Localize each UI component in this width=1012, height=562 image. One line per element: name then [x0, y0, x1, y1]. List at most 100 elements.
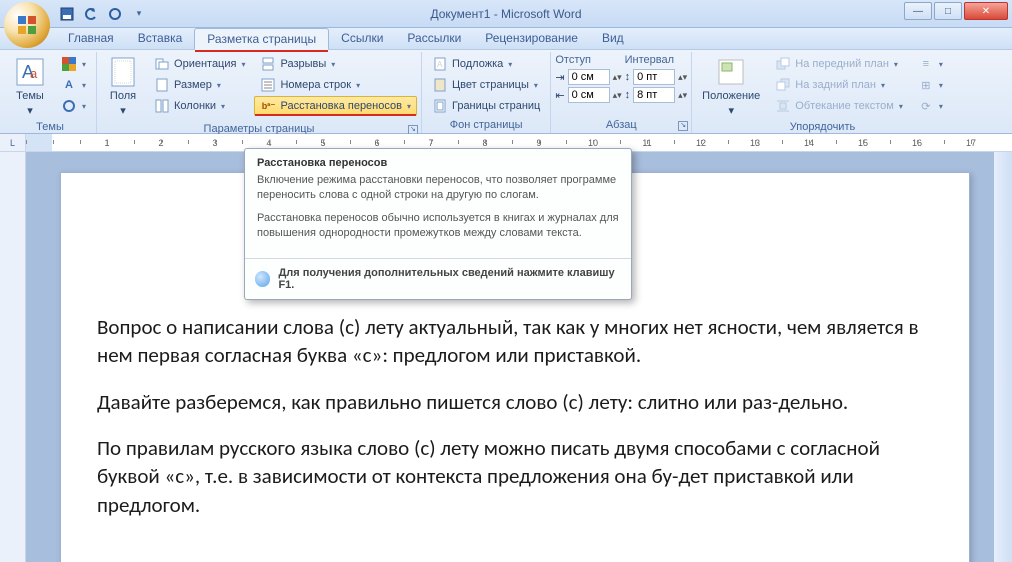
indent-right-input[interactable] [568, 87, 610, 103]
group-themes: Aa Темы ▾ ▾ A▾ ▾ Темы [4, 52, 97, 133]
columns-button[interactable]: Колонки▾ [148, 96, 251, 116]
ruler-tick: 16 [890, 134, 944, 151]
tab-review[interactable]: Рецензирование [473, 28, 590, 49]
office-logo-icon [15, 13, 39, 37]
theme-colors-button[interactable]: ▾ [55, 54, 92, 74]
group-arrange: Положение▾ На передний план▾ На задний п… [692, 52, 953, 133]
breaks-button[interactable]: Разрывы▾ [254, 54, 417, 74]
save-button[interactable] [58, 5, 76, 23]
stepper-icon[interactable]: ▴▾ [678, 72, 687, 83]
ruler-tick: 12 [674, 134, 728, 151]
stepper-icon[interactable]: ▴▾ [613, 90, 622, 101]
watermark-icon: A [432, 56, 448, 72]
ruler-tick [26, 134, 80, 151]
save-icon [60, 7, 74, 21]
spacing-label: Интервал [625, 54, 688, 66]
text-wrap-icon [775, 98, 791, 114]
ruler-tick: 15 [836, 134, 890, 151]
orientation-icon [154, 56, 170, 72]
send-back-button[interactable]: На задний план▾ [769, 75, 909, 95]
align-icon: ≡ [918, 56, 934, 72]
tab-home[interactable]: Главная [56, 28, 126, 49]
align-button[interactable]: ≡▾ [912, 54, 949, 74]
svg-text:a: a [30, 66, 38, 81]
position-button[interactable]: Положение▾ [696, 54, 766, 119]
page-color-button[interactable]: Цвет страницы▾ [426, 75, 546, 95]
margins-icon [107, 56, 139, 88]
office-button[interactable] [4, 2, 50, 48]
line-numbers-button[interactable]: Номера строк▾ [254, 75, 417, 95]
orientation-button[interactable]: Ориентация▾ [148, 54, 251, 74]
group-label-paragraph: Абзац↘ [551, 119, 691, 133]
tab-view[interactable]: Вид [590, 28, 636, 49]
vertical-scrollbar[interactable] [994, 152, 1012, 562]
send-back-icon [775, 77, 791, 93]
dialog-launcher-paragraph[interactable]: ↘ [678, 121, 688, 131]
bring-front-icon [775, 56, 791, 72]
position-icon [715, 56, 747, 88]
paragraph[interactable]: Давайте разберемся, как правильно пишетс… [97, 388, 933, 416]
paragraph[interactable]: По правилам русского языка слово (с) лет… [97, 434, 933, 519]
tab-page-layout[interactable]: Разметка страницы [194, 28, 329, 50]
page-color-icon [432, 77, 448, 93]
themes-label: Темы [16, 90, 44, 102]
bring-front-button[interactable]: На передний план▾ [769, 54, 909, 74]
spacing-before-icon: ↕ [625, 71, 631, 83]
paragraph[interactable]: Вопрос о написании слова (с) лету актуал… [97, 313, 933, 370]
indent-left-icon: ⇥ [555, 71, 564, 84]
maximize-button[interactable]: □ [934, 2, 962, 20]
columns-icon [154, 98, 170, 114]
tab-selector[interactable]: L [0, 134, 26, 151]
margins-button[interactable]: Поля▾ [101, 54, 145, 119]
breaks-icon [260, 56, 276, 72]
themes-button[interactable]: Aa Темы ▾ [8, 54, 52, 119]
size-icon [154, 77, 170, 93]
screentip-text: Включение режима расстановки переносов, … [257, 173, 619, 203]
indent-right-icon: ⇤ [555, 89, 564, 102]
undo-button[interactable] [82, 5, 100, 23]
group-button[interactable]: ⊞▾ [912, 75, 949, 95]
chevron-down-icon: ▾ [137, 8, 142, 19]
stepper-icon[interactable]: ▴▾ [678, 90, 687, 101]
theme-effects-button[interactable]: ▾ [55, 96, 92, 116]
text-wrap-button[interactable]: Обтекание текстом▾ [769, 96, 909, 116]
tab-mailings[interactable]: Рассылки [395, 28, 473, 49]
tab-insert[interactable]: Вставка [126, 28, 195, 49]
screentip-text: Расстановка переносов обычно используетс… [257, 211, 619, 241]
spacing-after-input[interactable] [633, 87, 675, 103]
spacing-after-icon: ↕ [625, 89, 631, 101]
minimize-icon: — [913, 6, 923, 17]
ribbon: Aa Темы ▾ ▾ A▾ ▾ Темы Поля▾ Ориентация▾ … [0, 50, 1012, 134]
page-borders-button[interactable]: Границы страниц [426, 96, 546, 116]
indent-left-input[interactable] [568, 69, 610, 85]
ruler-tick: 1 [80, 134, 134, 151]
svg-text:A: A [437, 60, 443, 69]
rotate-button[interactable]: ⟳▾ [912, 96, 949, 116]
ruler-tick: 13 [728, 134, 782, 151]
watermark-button[interactable]: AПодложка▾ [426, 54, 546, 74]
ruler-tick: 2 [134, 134, 188, 151]
colors-icon [61, 56, 77, 72]
ruler-tick: 14 [782, 134, 836, 151]
redo-icon [108, 7, 122, 21]
redo-button[interactable] [106, 5, 124, 23]
group-label-arrange: Упорядочить [692, 121, 953, 135]
hyphenation-button[interactable]: bª⁻Расстановка переносов▾ [254, 96, 417, 116]
chevron-down-icon: ▾ [27, 104, 33, 117]
size-button[interactable]: Размер▾ [148, 75, 251, 95]
line-numbers-icon [260, 77, 276, 93]
screentip-title: Расстановка переносов [245, 149, 631, 173]
stepper-icon[interactable]: ▴▾ [613, 72, 622, 83]
tab-references[interactable]: Ссылки [329, 28, 395, 49]
qat-dropdown[interactable]: ▾ [130, 5, 148, 23]
vertical-ruler[interactable] [0, 152, 26, 562]
ruler-tick: 17 [944, 134, 998, 151]
themes-icon: Aa [14, 56, 46, 88]
theme-fonts-button[interactable]: A▾ [55, 75, 92, 95]
group-paragraph: Отступ ⇥▴▾ ⇤▴▾ Интервал ↕▴▾ ↕▴▾ Абзац↘ [551, 52, 692, 133]
title-bar: ▾ Документ1 - Microsoft Word — □ ✕ [0, 0, 1012, 28]
ribbon-tabs: Главная Вставка Разметка страницы Ссылки… [0, 28, 1012, 50]
close-button[interactable]: ✕ [964, 2, 1008, 20]
spacing-before-input[interactable] [633, 69, 675, 85]
minimize-button[interactable]: — [904, 2, 932, 20]
